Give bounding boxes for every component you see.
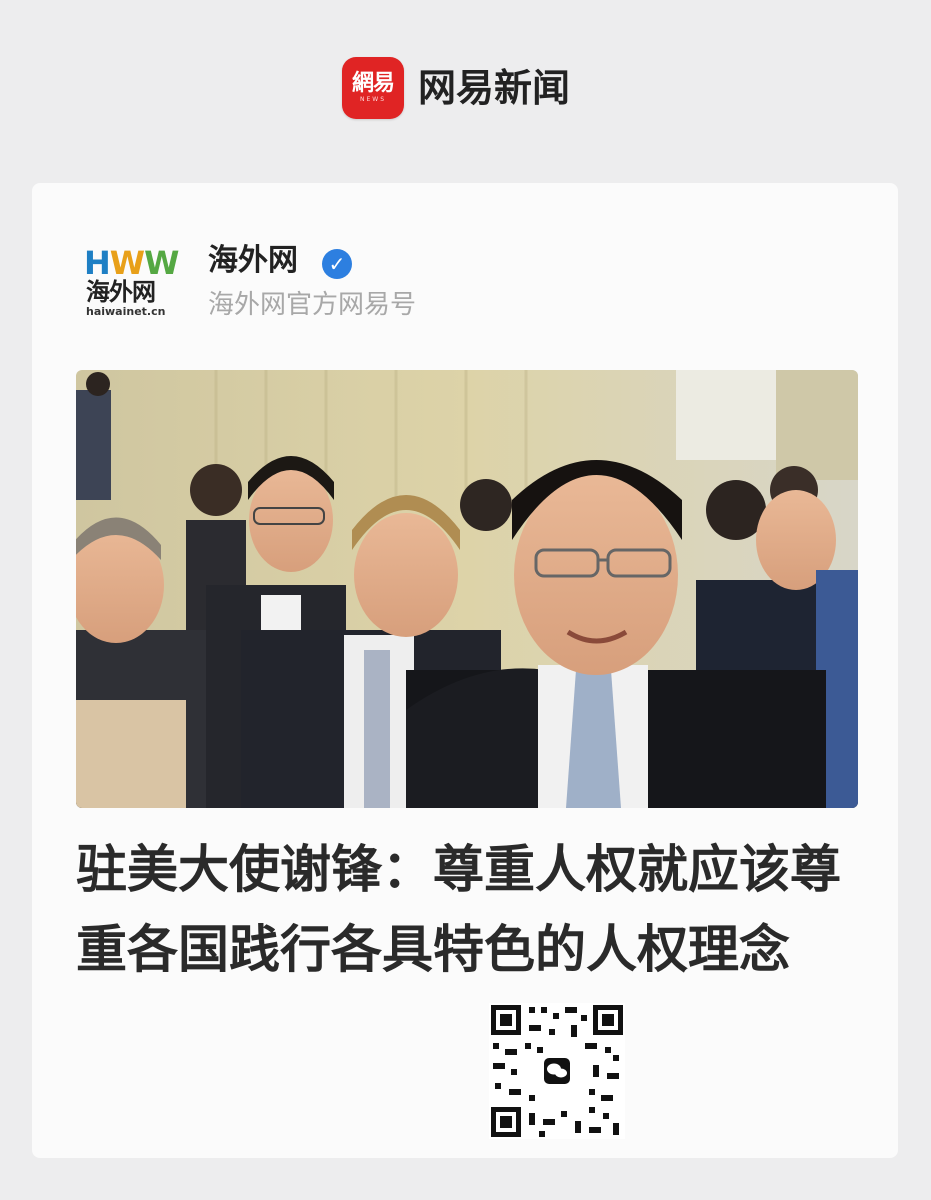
app-logo-sub: NEWS	[359, 96, 387, 103]
source-logo-cn: 海外网	[86, 278, 156, 306]
source-logo[interactable]: HWW 海外网 haiwainet.cn	[84, 244, 179, 319]
netease-news-logo: 網易 NEWS	[342, 57, 404, 119]
article-photo[interactable]	[76, 370, 858, 808]
photo-illustration	[76, 370, 858, 808]
source-logo-url: haiwainet.cn	[86, 305, 166, 318]
article-card[interactable]: HWW 海外网 haiwainet.cn 海外网 ✓ 海外网官方网易号 驻美大使…	[32, 183, 898, 1158]
qr-code[interactable]	[489, 1003, 625, 1139]
wechat-icon	[544, 1058, 570, 1084]
app-logo-glyph: 網易	[351, 71, 395, 96]
verified-icon: ✓	[322, 249, 352, 279]
article-headline[interactable]: 驻美大使谢锋：尊重人权就应该尊重各国践行各具特色的人权理念	[76, 831, 856, 991]
source-description: 海外网官方网易号	[208, 290, 417, 320]
app-header: 網易 NEWS 网易新闻	[0, 0, 931, 180]
source-logo-letters: HWW	[84, 244, 179, 282]
source-name[interactable]: 海外网	[208, 241, 298, 281]
app-name: 网易新闻	[418, 66, 571, 110]
